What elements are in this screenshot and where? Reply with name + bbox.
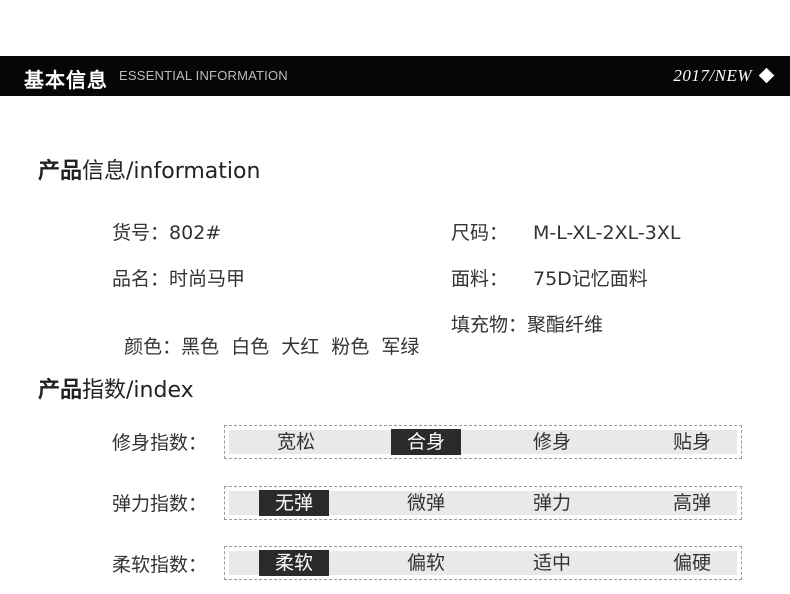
info-title-rest: 信息/information: [82, 159, 261, 184]
info-section-title: 产品信息/information: [38, 153, 260, 185]
field-value: M-L-XL-2XL-3XL: [533, 222, 681, 244]
fit-index-scale: 宽松 合身 修身 贴身: [224, 425, 742, 459]
elasticity-option-slight: 微弹: [406, 492, 445, 514]
header-tag: 2017/NEW: [673, 66, 752, 85]
softness-option-slightly-soft: 偏软: [406, 552, 445, 574]
elasticity-index-scale: 无弹 微弹 弹力 高弹: [224, 486, 742, 520]
field-label: 尺码：: [451, 222, 509, 244]
elasticity-index-label: 弹力指数：: [112, 493, 208, 515]
field-fabric: 面料： 75D记忆面料: [451, 264, 648, 291]
softness-index-label: 柔软指数：: [112, 554, 208, 576]
header-title-en: ESSENTIAL INFORMATION: [119, 68, 288, 83]
header-bar: 基本信息 ESSENTIAL INFORMATION 2017/NEW: [0, 56, 790, 96]
field-label: 面料：: [451, 268, 509, 290]
field-label: 颜色：: [124, 336, 182, 358]
header-title-cn: 基本信息: [24, 68, 108, 92]
fit-option-tight: 贴身: [672, 431, 711, 453]
field-product-name: 品名：时尚马甲: [112, 264, 245, 291]
softness-index-scale: 柔软 偏软 适中 偏硬: [224, 546, 742, 580]
softness-option-medium: 适中: [532, 552, 571, 574]
info-title-bold: 产品: [38, 159, 83, 184]
elasticity-option-elastic: 弹力: [532, 492, 571, 514]
fit-index-label: 修身指数：: [112, 432, 208, 454]
field-item-number: 货号：802#: [112, 218, 221, 245]
field-label: 品名：: [112, 268, 170, 290]
fit-option-loose: 宽松: [276, 431, 315, 453]
field-value: 时尚马甲: [169, 268, 246, 290]
field-size: 尺码： M-L-XL-2XL-3XL: [451, 218, 680, 245]
fit-option-slim: 修身: [532, 431, 571, 453]
softness-option-firm: 偏硬: [672, 552, 711, 574]
diamond-icon: [758, 67, 775, 84]
index-title-bold: 产品: [38, 378, 83, 403]
field-value: 75D记忆面料: [533, 268, 648, 290]
elasticity-option-none: 无弹: [259, 490, 329, 516]
index-title-rest: 指数/index: [82, 378, 194, 403]
elasticity-option-high: 高弹: [672, 492, 711, 514]
field-filling: 填充物：聚酯纤维: [451, 310, 603, 337]
field-value: 黑色 白色 大红 粉色 军绿: [181, 336, 420, 358]
fit-option-regular: 合身: [391, 429, 461, 455]
softness-option-soft: 柔软: [259, 550, 329, 576]
field-value: 802#: [169, 222, 222, 244]
field-colors: 颜色：黑色 白色 大红 粉色 军绿: [112, 310, 419, 359]
index-section-title: 产品指数/index: [38, 372, 194, 404]
field-label: 填充物：: [451, 314, 528, 336]
field-label: 货号：: [112, 222, 170, 244]
field-value: 聚酯纤维: [527, 314, 604, 336]
